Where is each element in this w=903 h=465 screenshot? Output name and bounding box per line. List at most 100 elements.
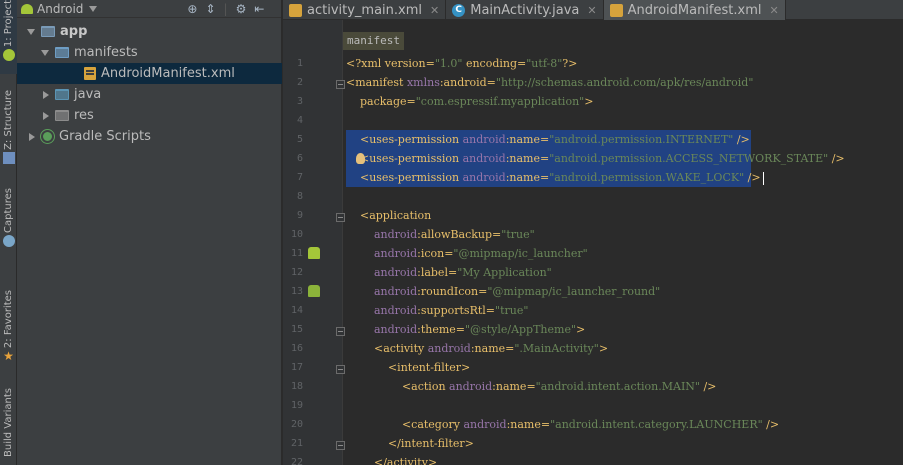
code-line[interactable]: <category android:name="android.intent.c… bbox=[346, 415, 779, 434]
tree-item-manifests[interactable]: manifests bbox=[17, 42, 282, 63]
code-line[interactable]: </activity> bbox=[346, 453, 437, 465]
code-line[interactable]: <intent-filter> bbox=[346, 358, 470, 377]
android-icon[interactable] bbox=[308, 247, 320, 259]
hide-panel-icon[interactable]: ⇤ bbox=[254, 0, 264, 18]
line-number: 14 bbox=[290, 305, 303, 316]
line-number: 19 bbox=[290, 400, 303, 411]
code-line[interactable]: android:theme="@style/AppTheme"> bbox=[346, 320, 585, 339]
chevron-down-icon[interactable] bbox=[27, 28, 35, 35]
code-line[interactable]: android:label="My Application" bbox=[346, 263, 552, 282]
code-line[interactable]: android:roundIcon="@mipmap/ic_launcher_r… bbox=[346, 282, 660, 301]
line-number: 13 bbox=[290, 286, 303, 297]
chevron-right-icon[interactable] bbox=[29, 132, 35, 141]
line-number: 17 bbox=[290, 362, 303, 373]
tree-item-app[interactable]: app bbox=[17, 21, 282, 42]
star-icon: ★ bbox=[3, 349, 14, 364]
chevron-right-icon[interactable] bbox=[43, 111, 49, 120]
line-number: 20 bbox=[290, 419, 303, 430]
android-icon[interactable] bbox=[308, 285, 320, 297]
tab-activity-main-xml[interactable]: activity_main.xml ✕ bbox=[283, 0, 447, 20]
code-editor[interactable]: 1 2 3 4 5 6 7 8 9 10 11 12 13 14 15 16 17 18 19 20 21 22 mani… bbox=[283, 20, 903, 465]
tree-item-androidmanifest[interactable]: AndroidManifest.xml bbox=[17, 63, 282, 84]
camera-icon bbox=[2, 234, 15, 247]
code-line[interactable]: <uses-permission android:name="android.p… bbox=[346, 149, 845, 168]
folder-icon bbox=[55, 89, 69, 100]
code-line[interactable]: <activity android:name=".MainActivity"> bbox=[346, 339, 608, 358]
line-number: 2 bbox=[296, 77, 303, 88]
fold-marker-icon[interactable] bbox=[336, 365, 345, 374]
line-number: 12 bbox=[290, 267, 303, 278]
tree-item-label: manifests bbox=[74, 45, 138, 60]
tool-window-strip: 1: Project Z: Structure Captures 2: Favo… bbox=[0, 0, 17, 465]
tool-tab-structure[interactable]: Z: Structure bbox=[0, 90, 17, 170]
tab-label: activity_main.xml bbox=[307, 2, 423, 18]
chevron-right-icon[interactable] bbox=[43, 90, 49, 99]
divider-icon: | bbox=[223, 1, 228, 16]
fold-marker-icon[interactable] bbox=[336, 213, 345, 222]
tree-item-label: AndroidManifest.xml bbox=[101, 66, 235, 81]
line-number: 16 bbox=[290, 343, 303, 354]
code-line[interactable]: package="com.espressif.myapplication"> bbox=[346, 92, 593, 111]
xml-file-icon bbox=[289, 3, 302, 17]
line-number: 15 bbox=[290, 324, 303, 335]
code-line[interactable]: <?xml version="1.0" encoding="utf-8"?> bbox=[346, 54, 577, 73]
editor-tabs: activity_main.xml ✕ C MainActivity.java … bbox=[283, 0, 903, 20]
code-line[interactable]: android:allowBackup="true" bbox=[346, 225, 535, 244]
code-line[interactable]: <application bbox=[346, 206, 431, 225]
gradle-icon bbox=[41, 130, 54, 143]
tool-tab-favorites-label: 2: Favorites bbox=[2, 290, 14, 349]
java-class-icon: C bbox=[452, 3, 466, 17]
tool-tab-build-variants[interactable]: Build Variants bbox=[0, 388, 17, 465]
xml-breadcrumb[interactable]: manifest bbox=[343, 32, 404, 50]
chevron-down-icon[interactable] bbox=[41, 49, 49, 56]
tab-mainactivity-java[interactable]: C MainActivity.java ✕ bbox=[446, 0, 604, 20]
code-line[interactable]: </intent-filter> bbox=[346, 434, 474, 453]
folder-icon bbox=[55, 47, 69, 58]
tree-item-label: res bbox=[74, 108, 94, 123]
line-number: 4 bbox=[296, 115, 303, 126]
code-line[interactable]: <uses-permission android:name="android.p… bbox=[346, 168, 764, 187]
code-line[interactable]: android:supportsRtl="true" bbox=[346, 301, 528, 320]
close-icon[interactable]: ✕ bbox=[587, 4, 596, 17]
close-icon[interactable]: ✕ bbox=[769, 4, 778, 17]
editor-gutter: 1 2 3 4 5 6 7 8 9 10 11 12 13 14 15 16 17 18 19 20 21 22 bbox=[283, 20, 345, 465]
line-number: 6 bbox=[296, 153, 303, 164]
line-number: 3 bbox=[296, 96, 303, 107]
fold-marker-icon[interactable] bbox=[336, 327, 345, 336]
tool-tab-favorites[interactable]: 2: Favorites ★ bbox=[0, 290, 17, 372]
tab-label: AndroidManifest.xml bbox=[627, 2, 762, 18]
tab-androidmanifest-xml[interactable]: AndroidManifest.xml ✕ bbox=[603, 0, 786, 20]
project-view-selector[interactable]: Android bbox=[37, 2, 83, 16]
tree-item-res[interactable]: res bbox=[17, 105, 282, 126]
gear-icon[interactable]: ⚙ bbox=[236, 0, 247, 18]
code-line[interactable]: android:icon="@mipmap/ic_launcher" bbox=[346, 244, 588, 263]
tool-tab-captures-label: Captures bbox=[2, 188, 14, 233]
collapse-all-icon[interactable]: ⇕ bbox=[205, 0, 215, 18]
code-line[interactable]: <manifest xmlns:android="http://schemas.… bbox=[346, 73, 753, 92]
tree-item-label: app bbox=[60, 24, 88, 39]
line-number: 18 bbox=[290, 381, 303, 392]
close-icon[interactable]: ✕ bbox=[430, 4, 439, 17]
fold-marker-icon[interactable] bbox=[336, 441, 345, 450]
code-line[interactable]: <action android:name="android.intent.act… bbox=[346, 377, 716, 396]
fold-marker-icon[interactable] bbox=[336, 80, 345, 89]
code-line[interactable]: <uses-permission android:name="android.p… bbox=[346, 130, 751, 149]
sync-target-icon[interactable]: ⊕ bbox=[187, 0, 197, 18]
tool-tab-build-variants-label: Build Variants bbox=[2, 388, 14, 457]
line-number: 5 bbox=[296, 134, 303, 145]
tool-tab-structure-label: Z: Structure bbox=[2, 90, 14, 150]
tool-tab-captures[interactable]: Captures bbox=[0, 188, 17, 258]
line-number: 7 bbox=[296, 172, 303, 183]
module-folder-icon bbox=[41, 26, 55, 37]
tool-tab-project[interactable]: 1: Project bbox=[0, 0, 17, 74]
tree-item-java[interactable]: java bbox=[17, 84, 282, 105]
xml-file-icon bbox=[609, 3, 623, 17]
project-panel: Android ⊕ ⇕ | ⚙ ⇤ app manifests AndroidM… bbox=[17, 0, 282, 465]
line-number: 9 bbox=[296, 210, 303, 221]
chevron-down-icon[interactable] bbox=[89, 5, 98, 12]
structure-icon bbox=[2, 151, 15, 164]
tree-item-gradle-scripts[interactable]: Gradle Scripts bbox=[17, 126, 282, 147]
line-number: 10 bbox=[290, 229, 303, 240]
line-number: 8 bbox=[296, 191, 303, 202]
lightbulb-icon[interactable] bbox=[356, 153, 365, 164]
